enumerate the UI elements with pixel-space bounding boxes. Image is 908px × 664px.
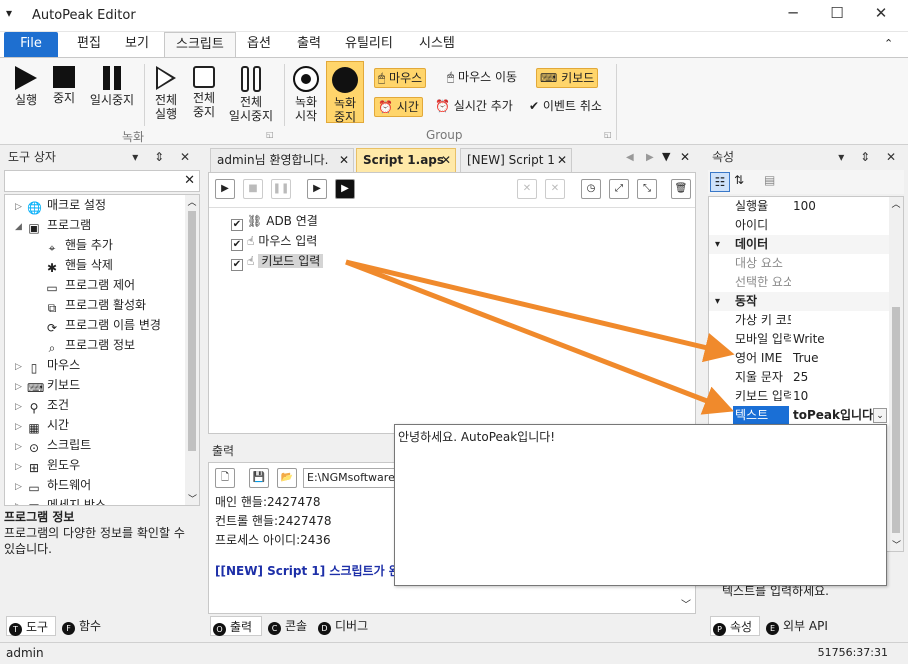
status-time: 51756:37:31: [817, 646, 888, 659]
arrow-to-text-property: [345, 259, 734, 415]
annotation-arrows: [345, 259, 735, 415]
arrow-to-english-ime: [345, 259, 735, 363]
status-bar: admin 51756:37:31: [0, 642, 908, 664]
status-user: admin: [6, 646, 44, 660]
